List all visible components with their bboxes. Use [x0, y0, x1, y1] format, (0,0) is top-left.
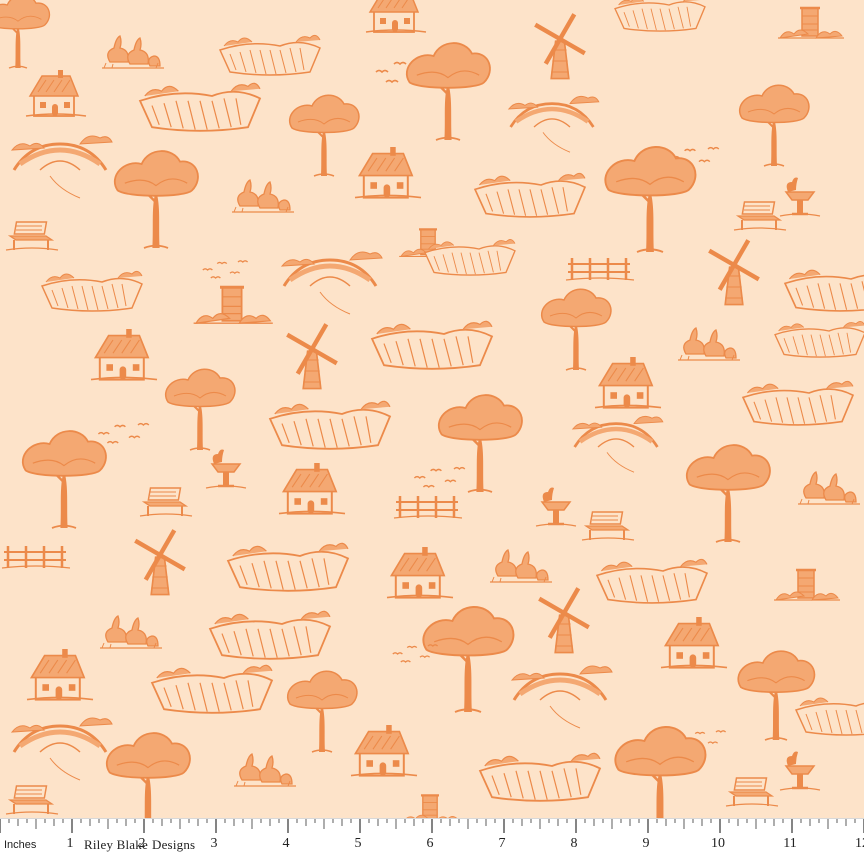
- field-icon: [783, 269, 864, 312]
- field-icon: [150, 664, 274, 714]
- bench-icon: [139, 487, 193, 517]
- field-icon: [774, 321, 864, 358]
- tree-icon: [438, 394, 523, 493]
- windmill-icon: [134, 529, 186, 596]
- field-icon: [614, 0, 706, 32]
- ruler-number: 4: [282, 836, 290, 851]
- ruler-number: 7: [498, 836, 506, 851]
- birdbath-icon: [535, 487, 577, 527]
- fence-icon: [393, 496, 463, 519]
- bridge-icon: [510, 665, 613, 729]
- bridge-icon: [507, 95, 600, 153]
- field-icon: [208, 610, 332, 660]
- birdbath-icon: [779, 177, 821, 217]
- bridge-icon: [280, 251, 383, 315]
- beehive-icon: [193, 285, 273, 324]
- field-icon: [794, 697, 864, 736]
- field-icon: [424, 239, 516, 276]
- ruler-number: 5: [354, 836, 362, 851]
- geese-icon: [232, 179, 294, 213]
- beehive-icon: [774, 568, 840, 601]
- tree-icon: [686, 444, 771, 543]
- windmill-icon: [538, 587, 590, 654]
- measuring-ruler: Inches Riley Blake Designs 1 2 3 4 5 6 7 8 9 10 11…: [0, 818, 864, 865]
- field-icon: [226, 542, 350, 592]
- bridge-icon: [10, 717, 113, 781]
- field-icon: [138, 82, 262, 132]
- tree-icon: [614, 726, 707, 833]
- fence-icon: [1, 546, 71, 569]
- field-icon: [595, 558, 709, 604]
- field-icon: [478, 752, 602, 802]
- ruler-number: 8: [570, 836, 578, 851]
- ruler-unit-label: Inches: [4, 839, 37, 851]
- fabric-swatch: [0, 0, 864, 864]
- cottage-icon: [90, 329, 158, 381]
- tree-icon: [287, 670, 358, 753]
- bench-icon: [725, 777, 779, 807]
- geese-icon: [234, 753, 296, 787]
- geese-icon: [100, 615, 162, 649]
- tree-icon: [22, 430, 107, 529]
- ruler-number: 12: [855, 836, 864, 851]
- ruler-number: 9: [642, 836, 650, 851]
- birds-icon: [413, 466, 466, 489]
- field-icon: [218, 34, 321, 76]
- ruler-number: 6: [426, 836, 434, 851]
- field-icon: [268, 400, 392, 450]
- ruler-number: 10: [711, 836, 725, 851]
- ruler-brand-designs: Designs: [152, 837, 196, 852]
- cottage-icon: [386, 547, 454, 599]
- cottage-icon: [26, 649, 94, 701]
- beehive-icon: [778, 6, 844, 39]
- cottage-icon: [354, 147, 422, 199]
- tree-icon: [604, 146, 697, 253]
- tree-icon: [422, 606, 515, 713]
- birds-icon: [97, 422, 150, 445]
- cottage-icon: [660, 617, 728, 669]
- geese-icon: [798, 471, 860, 505]
- fence-icon: [565, 258, 635, 281]
- bridge-icon: [571, 415, 664, 473]
- tree-icon: [165, 368, 236, 451]
- windmill-icon: [286, 323, 338, 390]
- bridge-icon: [10, 135, 113, 199]
- tree-icon: [541, 288, 612, 371]
- ruler-number: 1: [66, 836, 74, 851]
- cottage-icon: [25, 70, 87, 117]
- ruler-number: 3: [210, 836, 218, 851]
- bench-icon: [733, 201, 787, 231]
- geese-icon: [678, 327, 740, 361]
- cottage-icon: [594, 357, 662, 409]
- windmill-icon: [534, 13, 586, 80]
- cottage-icon: [350, 725, 418, 777]
- bench-icon: [581, 511, 635, 541]
- tree-icon: [114, 150, 199, 249]
- birdbath-icon: [205, 449, 247, 489]
- tree-icon: [406, 42, 491, 141]
- field-icon: [370, 320, 494, 370]
- cottage-icon: [365, 0, 427, 33]
- field-icon: [473, 172, 587, 218]
- cottage-icon: [278, 463, 346, 515]
- geese-icon: [102, 35, 164, 69]
- toile-pattern: [0, 0, 864, 833]
- bench-icon: [5, 221, 59, 251]
- birdbath-icon: [779, 751, 821, 791]
- field-icon: [741, 380, 855, 426]
- tree-icon: [289, 94, 360, 177]
- ruler-number: 2: [138, 836, 146, 851]
- bench-icon: [5, 785, 59, 815]
- tree-icon: [0, 0, 51, 69]
- tree-icon: [106, 732, 191, 831]
- birds-icon: [202, 260, 249, 279]
- windmill-icon: [708, 239, 760, 306]
- tree-icon: [739, 84, 810, 167]
- ruler-number: 11: [783, 836, 797, 851]
- geese-icon: [490, 549, 552, 583]
- field-icon: [40, 270, 143, 312]
